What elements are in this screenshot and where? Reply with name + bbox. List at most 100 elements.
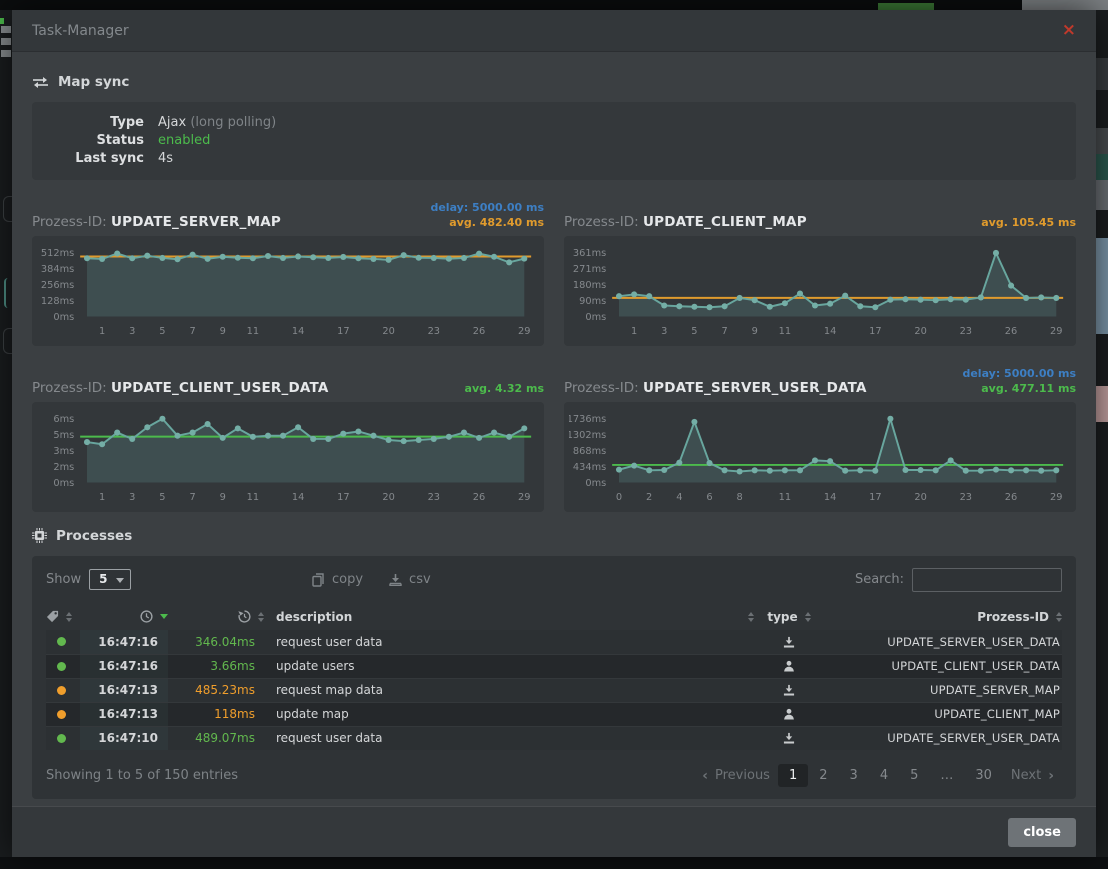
- client-user-icon: [783, 708, 795, 720]
- pagination-page-4[interactable]: 4: [869, 764, 899, 787]
- svg-text:20: 20: [382, 326, 394, 337]
- avg-label: avg. 477.11 ms: [962, 381, 1076, 396]
- svg-text:868ms: 868ms: [573, 446, 606, 457]
- background-ring: [3, 328, 12, 354]
- csv-button[interactable]: csv: [389, 572, 431, 587]
- time-cell: 16:47:16: [80, 655, 168, 678]
- process-chart-update_client_user_data: Prozess-ID: UPDATE_CLIENT_USER_DATA avg.…: [32, 358, 544, 512]
- chart-title: Prozess-ID: UPDATE_SERVER_USER_DATA: [564, 380, 867, 396]
- svg-text:11: 11: [779, 326, 791, 337]
- svg-text:0ms: 0ms: [585, 312, 606, 323]
- duration-cell: 489.07ms: [168, 731, 264, 745]
- table-row[interactable]: 16:47:16 346.04ms request user data UPDA…: [46, 630, 1062, 654]
- background-green-fragment: [878, 3, 934, 10]
- svg-text:29: 29: [518, 326, 530, 337]
- col-status[interactable]: [46, 610, 80, 623]
- svg-text:17: 17: [869, 492, 881, 503]
- status-dot-orange: [57, 710, 66, 719]
- server-download-icon: [783, 636, 795, 648]
- close-button[interactable]: close: [1008, 818, 1076, 847]
- area-chart-svg: 1736ms1302ms868ms434ms0ms024681114172023…: [569, 406, 1071, 510]
- time-cell: 16:47:13: [80, 703, 168, 726]
- duration-cell: 118ms: [168, 707, 264, 721]
- svg-text:29: 29: [1050, 492, 1062, 503]
- status-dot-green: [57, 637, 66, 646]
- col-time[interactable]: [80, 610, 168, 623]
- svg-text:128ms: 128ms: [41, 296, 74, 307]
- table-row[interactable]: 16:47:10 489.07ms request user data UPDA…: [46, 726, 1062, 750]
- chart-head: Prozess-ID: UPDATE_CLIENT_MAP avg. 105.4…: [564, 192, 1076, 230]
- pagination-previous[interactable]: ‹Previous: [694, 764, 778, 788]
- pid-cell: UPDATE_SERVER_USER_DATA: [824, 731, 1062, 745]
- col-description[interactable]: description: [264, 610, 754, 624]
- chip-icon: [32, 528, 47, 543]
- copy-icon: [312, 573, 325, 587]
- col-pid[interactable]: Prozess-ID: [824, 610, 1062, 624]
- background-fragment: [1096, 238, 1108, 334]
- task-manager-modal: Task-Manager × Map sync Type Ajax (long …: [12, 10, 1096, 857]
- pagination-page-1[interactable]: 1: [778, 764, 808, 787]
- chart-panel: 1736ms1302ms868ms434ms0ms024681114172023…: [564, 402, 1076, 512]
- col-type[interactable]: type: [754, 610, 824, 624]
- pagination-page-5[interactable]: 5: [899, 764, 929, 787]
- modal-title: Task-Manager: [32, 23, 129, 39]
- svg-text:5ms: 5ms: [53, 430, 74, 441]
- svg-text:14: 14: [824, 326, 836, 337]
- svg-text:3: 3: [129, 326, 135, 337]
- pagination-next[interactable]: Next›: [1003, 764, 1062, 788]
- table-row[interactable]: 16:47:13 485.23ms request map data UPDAT…: [46, 678, 1062, 702]
- svg-text:180ms: 180ms: [573, 280, 606, 291]
- status-value: enabled: [158, 132, 210, 150]
- copy-button[interactable]: copy: [312, 572, 363, 587]
- sort-icon: [805, 612, 811, 622]
- entries-summary: Showing 1 to 5 of 150 entries: [46, 768, 238, 783]
- map-sync-heading: Map sync: [32, 74, 1076, 90]
- chart-title: Prozess-ID: UPDATE_CLIENT_USER_DATA: [32, 380, 329, 396]
- map-sync-info: Type Ajax (long polling) Status enabled …: [32, 102, 1076, 180]
- chart-labels: avg. 105.45 ms: [981, 215, 1076, 230]
- pid-cell: UPDATE_SERVER_MAP: [824, 683, 1062, 697]
- modal-footer: close: [12, 806, 1096, 857]
- svg-text:29: 29: [1050, 326, 1062, 337]
- pagination-page-2[interactable]: 2: [808, 764, 838, 787]
- svg-text:20: 20: [914, 326, 926, 337]
- svg-text:7: 7: [721, 326, 727, 337]
- area-chart-svg: 6ms5ms3ms2ms0ms1357911141720232629: [37, 406, 539, 510]
- svg-text:7: 7: [189, 492, 195, 503]
- svg-text:1736ms: 1736ms: [569, 414, 606, 425]
- close-x-icon[interactable]: ×: [1062, 22, 1076, 39]
- background-left-edge: [0, 10, 12, 857]
- tag-icon: [46, 610, 59, 623]
- info-value: 4s: [158, 150, 173, 168]
- modal-body: Map sync Type Ajax (long polling) Status…: [12, 52, 1096, 806]
- background-bar: [1, 38, 11, 45]
- table-row[interactable]: 16:47:13 118ms update map UPDATE_CLIENT_…: [46, 702, 1062, 726]
- svg-text:20: 20: [914, 492, 926, 503]
- table-row[interactable]: 16:47:16 3.66ms update users UPDATE_CLIE…: [46, 654, 1062, 678]
- background-fragment: [1096, 180, 1108, 210]
- svg-text:23: 23: [428, 326, 440, 337]
- info-label: Type: [48, 114, 144, 132]
- duration-cell: 346.04ms: [168, 635, 264, 649]
- svg-text:0ms: 0ms: [53, 312, 74, 323]
- chart-labels: delay: 5000.00 ms avg. 482.40 ms: [430, 200, 544, 230]
- chart-title: Prozess-ID: UPDATE_SERVER_MAP: [32, 214, 281, 230]
- page-length-select[interactable]: 5: [89, 569, 131, 590]
- pagination-page-30[interactable]: 30: [964, 764, 1003, 787]
- status-dot-orange: [57, 686, 66, 695]
- svg-text:29: 29: [518, 492, 530, 503]
- area-chart-svg: 361ms271ms180ms90ms0ms135791114172023262…: [569, 240, 1071, 344]
- table-body: 16:47:16 346.04ms request user data UPDA…: [46, 630, 1062, 750]
- svg-text:17: 17: [337, 326, 349, 337]
- background-bottom-bar: [0, 857, 1108, 869]
- charts-grid: Prozess-ID: UPDATE_SERVER_MAP delay: 500…: [32, 192, 1076, 512]
- show-label: Show: [46, 572, 81, 587]
- description-cell: request user data: [264, 635, 754, 649]
- pid-cell: UPDATE_CLIENT_MAP: [824, 707, 1062, 721]
- chart-head: Prozess-ID: UPDATE_CLIENT_USER_DATA avg.…: [32, 358, 544, 396]
- svg-text:6ms: 6ms: [53, 414, 74, 425]
- pagination-page-3[interactable]: 3: [839, 764, 869, 787]
- svg-text:1: 1: [631, 326, 637, 337]
- search-input[interactable]: [912, 568, 1062, 592]
- col-duration[interactable]: [168, 610, 264, 623]
